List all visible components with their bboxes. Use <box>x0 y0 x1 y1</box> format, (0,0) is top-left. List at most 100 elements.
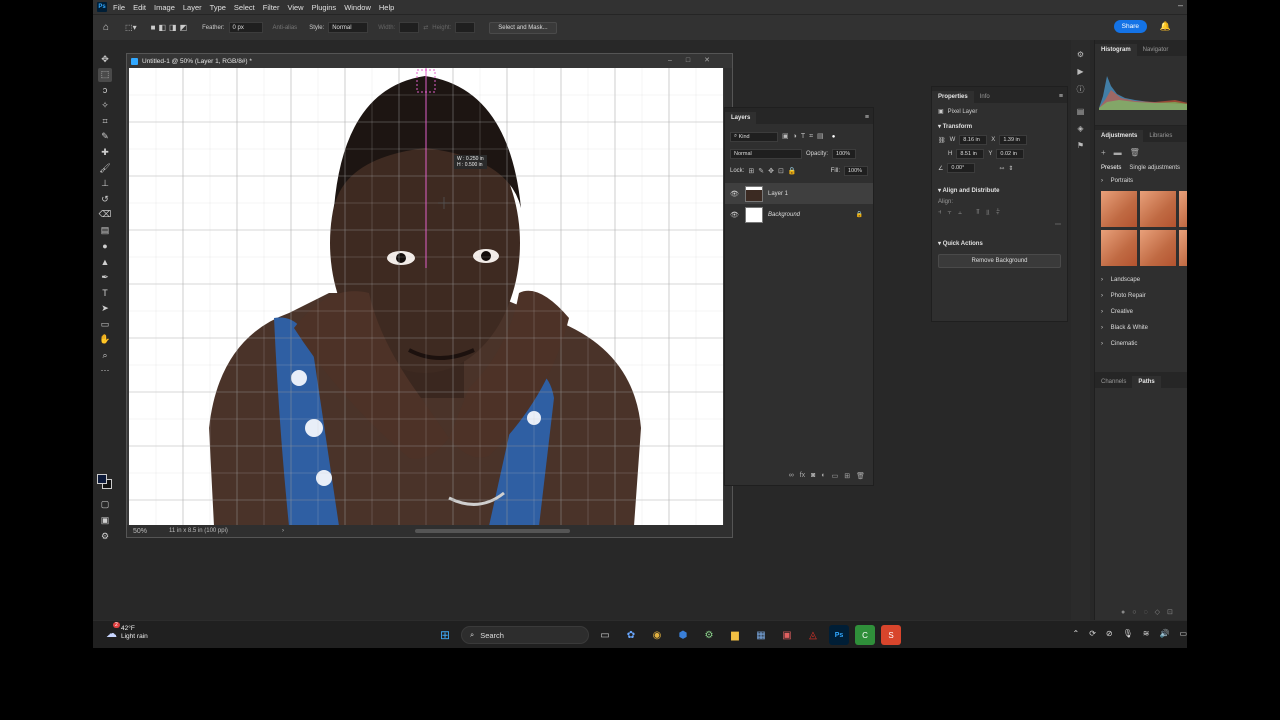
gradient-tool-icon[interactable]: ▤ <box>98 224 112 238</box>
trash-icon[interactable]: 🗑 <box>1130 148 1140 157</box>
dodge-tool-icon[interactable]: ▲ <box>98 255 112 269</box>
height-field[interactable]: 8.51 in <box>956 149 985 159</box>
microphone-icon[interactable]: 🎙 <box>1123 629 1133 638</box>
x-field[interactable]: 1.39 in <box>999 135 1028 145</box>
wifi-icon[interactable]: ≋ <box>1143 629 1150 638</box>
network-off-icon[interactable]: ⊘ <box>1106 629 1113 638</box>
window-controls-icon[interactable]: –□✕ <box>668 56 724 64</box>
preset-thumbnail[interactable] <box>1179 191 1187 227</box>
link-layers-icon[interactable]: ∞ <box>789 472 794 480</box>
image-canvas[interactable]: W : 0.250 in H : 0.500 in <box>129 68 723 526</box>
object-selection-tool-icon[interactable]: ✧ <box>98 99 112 113</box>
category-photo-repair[interactable]: › Photo Repair <box>1095 288 1187 304</box>
copilot-icon[interactable]: ✿ <box>621 625 641 645</box>
filter-toggle-icon[interactable]: ● <box>832 134 836 140</box>
document-title-bar[interactable]: Untitled-1 @ 50% (Layer 1, RGB/8#) * –□✕ <box>127 54 732 68</box>
eraser-tool-icon[interactable]: ⌫ <box>98 208 112 222</box>
category-landscape[interactable]: › Landscape <box>1095 272 1187 288</box>
blur-tool-icon[interactable]: ● <box>98 239 112 253</box>
y-field[interactable]: 0.02 in <box>996 149 1025 159</box>
remove-background-button[interactable]: Remove Background <box>938 254 1061 268</box>
tray-chevron-icon[interactable]: ⌃ <box>1073 629 1080 638</box>
add-icon[interactable]: + <box>1101 148 1106 157</box>
path-selection-tool-icon[interactable]: ➤ <box>98 302 112 316</box>
shape-tool-icon[interactable]: ▭ <box>98 317 112 331</box>
tab-info[interactable]: Info <box>974 91 996 103</box>
windows-start-icon[interactable]: ⊞ <box>435 625 455 645</box>
layers-icon[interactable]: ◈ <box>1077 124 1083 133</box>
clone-stamp-tool-icon[interactable]: ⊥ <box>98 177 112 191</box>
taskbar-search[interactable]: ⌕ Search <box>461 626 589 644</box>
selection-mode-icons[interactable]: ■◧◨◩ <box>151 23 191 32</box>
tab-single-adjustments[interactable]: Single adjustments <box>1129 165 1180 171</box>
menu-plugins[interactable]: Plugins <box>312 3 337 12</box>
battery-icon[interactable]: ▭ <box>1179 629 1187 638</box>
libraries-icon[interactable]: ▤ <box>1077 107 1085 116</box>
status-expand-icon[interactable]: › <box>282 528 284 534</box>
adjustments-icon[interactable]: ⚙ <box>1077 50 1084 59</box>
tab-paths[interactable]: Paths <box>1132 376 1161 388</box>
move-tool-icon[interactable]: ✥ <box>98 52 112 66</box>
home-icon[interactable]: ⌂ <box>103 22 109 33</box>
horizontal-scrollbar[interactable] <box>415 529 570 533</box>
swap-icon[interactable]: ⇄ <box>423 24 428 31</box>
system-tool-icon[interactable]: ⚙ <box>699 625 719 645</box>
flip-icons[interactable]: ⇿⇕ <box>999 165 1017 172</box>
camtasia-icon[interactable]: C <box>855 625 875 645</box>
lasso-tool-icon[interactable]: ↄ <box>98 83 112 97</box>
share-button[interactable]: Share <box>1113 20 1147 33</box>
width-input[interactable] <box>399 22 420 33</box>
select-and-mask-button[interactable]: Select and Mask... <box>489 21 557 34</box>
angle-field[interactable]: 0.00° <box>947 163 976 173</box>
security-app-icon[interactable]: ⬢ <box>673 625 693 645</box>
menu-window[interactable]: Window <box>344 3 371 12</box>
minimize-icon[interactable]: – <box>1178 0 1183 10</box>
menu-select[interactable]: Select <box>234 3 255 12</box>
add-mask-icon[interactable]: ◙ <box>811 472 815 480</box>
volume-icon[interactable]: 🔊 <box>1159 629 1169 638</box>
chrome-icon[interactable]: ◉ <box>647 625 667 645</box>
quick-actions-header[interactable]: ▾ Quick Actions <box>932 234 1067 250</box>
tab-properties[interactable]: Properties <box>932 91 974 103</box>
filter-type-icons[interactable]: ▣◑T⌗▤ <box>782 132 828 141</box>
menu-file[interactable]: File <box>113 3 125 12</box>
more-tools-icon[interactable]: ⋯ <box>98 364 112 378</box>
calculator-icon[interactable]: ▦ <box>751 625 771 645</box>
height-input[interactable] <box>455 22 476 33</box>
adjustment-layer-icon[interactable]: ◐ <box>821 472 825 480</box>
menu-filter[interactable]: Filter <box>263 3 280 12</box>
new-layer-icon[interactable]: ⊞ <box>844 472 850 480</box>
lock-options-icons[interactable]: ⊞✎✥⊡🔒 <box>748 167 800 175</box>
preset-thumbnail[interactable] <box>1140 230 1176 266</box>
visibility-eye-icon[interactable]: 👁 <box>730 211 740 219</box>
preset-thumbnail[interactable] <box>1179 230 1187 266</box>
screen-mode-icon[interactable]: ▣ <box>98 513 112 527</box>
menu-view[interactable]: View <box>287 3 303 12</box>
tab-adjustments[interactable]: Adjustments <box>1095 130 1144 142</box>
tray-app-icon[interactable]: ⟳ <box>1089 629 1096 638</box>
marquee-tool-icon[interactable]: ⬚ <box>98 67 112 82</box>
portraits-header[interactable]: › Portraits <box>1095 173 1187 189</box>
brush-tool-icon[interactable]: 🖌 <box>98 161 112 175</box>
tab-channels[interactable]: Channels <box>1095 376 1132 388</box>
preset-thumbnail[interactable] <box>1101 230 1137 266</box>
notification-bell-icon[interactable]: 🔔 <box>1160 21 1171 32</box>
info-icon[interactable]: ⓘ <box>1077 84 1085 95</box>
document-info[interactable]: 11 in x 8.5 in (100 ppi) <box>169 528 228 534</box>
photoshop-taskbar-icon[interactable]: Ps <box>829 625 849 645</box>
tab-libraries[interactable]: Libraries <box>1143 130 1178 142</box>
weather-widget[interactable]: ☁ 2 42°F Light rain <box>106 622 148 641</box>
crop-tool-icon[interactable]: ⌗ <box>98 114 112 128</box>
marquee-preset-icon[interactable]: ⬚▾ <box>125 23 137 32</box>
zoom-tool-icon[interactable]: ⌕ <box>98 348 112 362</box>
preset-thumbnail[interactable] <box>1101 191 1137 227</box>
media-app-icon[interactable]: ▣ <box>777 625 797 645</box>
style-select[interactable]: Normal <box>328 22 369 33</box>
group-icon[interactable]: ▭ <box>832 472 839 480</box>
kind-filter-select[interactable]: ⌕ Kind <box>730 131 778 142</box>
task-view-icon[interactable]: ▭ <box>595 625 615 645</box>
pen-tool-icon[interactable]: ✒ <box>98 270 112 284</box>
tab-navigator[interactable]: Navigator <box>1137 44 1175 56</box>
layer-row-background[interactable]: 👁 Background 🔒 <box>725 204 873 225</box>
category-black-white[interactable]: › Black & White <box>1095 320 1187 336</box>
